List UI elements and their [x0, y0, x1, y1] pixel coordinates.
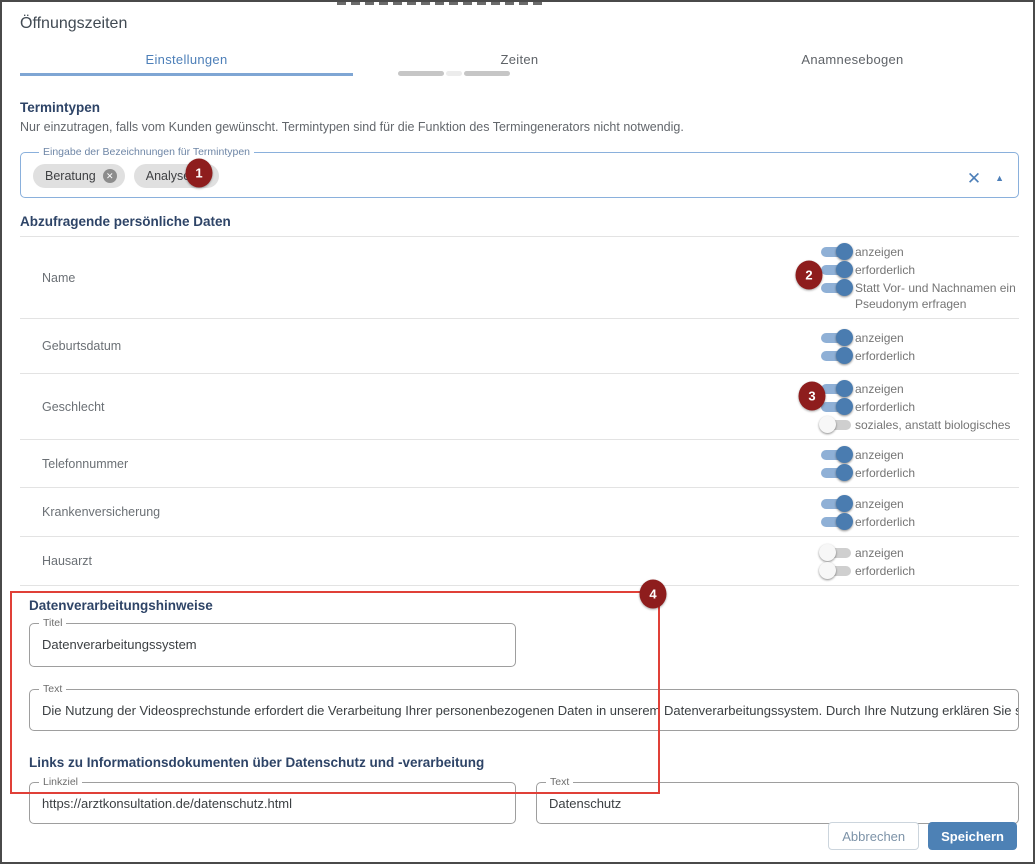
table-row: Geschlecht anzeigen erforderlich soziale… [20, 374, 1019, 440]
chip-label: Analyse [146, 169, 190, 183]
toggle-label: anzeigen [855, 329, 904, 346]
switch-icon [819, 279, 853, 296]
toggle-label: anzeigen [855, 495, 904, 512]
toggle-label: erforderlich [855, 562, 915, 579]
row-label: Name [42, 271, 819, 285]
titel-field-value[interactable]: Datenverarbeitungssystem [30, 624, 515, 663]
toggle-telefonnummer-anzeigen[interactable]: anzeigen [819, 446, 1019, 463]
data-processing-heading: Datenverarbeitungshinweise [29, 598, 1019, 613]
termintypen-heading: Termintypen [20, 100, 1019, 115]
personal-data-heading: Abzufragende persönliche Daten [20, 214, 1019, 229]
chip-beratung[interactable]: Beratung ✕ [33, 164, 125, 188]
toggle-geschlecht-anzeigen[interactable]: anzeigen [819, 380, 1019, 397]
toggle-geschlecht-sozial[interactable]: soziales, anstatt biologisches [819, 416, 1019, 433]
personal-data-rows: Name anzeigen erforderlich Statt Vor- un… [20, 236, 1019, 586]
dialog-footer: Abbrechen Speichern [828, 822, 1017, 850]
cancel-button[interactable]: Abbrechen [828, 822, 919, 850]
link-text-field-value[interactable]: Datenschutz [537, 783, 1018, 822]
toggle-krankenversicherung-anzeigen[interactable]: anzeigen [819, 495, 1019, 512]
annotation-marker-1: 1 [186, 159, 213, 188]
table-row: Krankenversicherung anzeigen erforderlic… [20, 488, 1019, 537]
linkziel-field-label: Linkziel [39, 776, 82, 788]
link-text-field-label: Text [546, 776, 573, 788]
table-row: Name anzeigen erforderlich Statt Vor- un… [20, 237, 1019, 319]
toggle-telefonnummer-erforderlich[interactable]: erforderlich [819, 464, 1019, 481]
switch-icon [819, 347, 853, 364]
text-field-label: Text [39, 683, 66, 695]
link-text-field[interactable]: Text Datenschutz [536, 782, 1019, 824]
table-row: Geburtsdatum anzeigen erforderlich [20, 319, 1019, 374]
toggle-geburtsdatum-anzeigen[interactable]: anzeigen [819, 329, 1019, 346]
tab-einstellungen[interactable]: Einstellungen [20, 42, 353, 76]
toggle-label: soziales, anstatt biologisches [855, 416, 1010, 433]
section-termintypen: Termintypen Nur einzutragen, falls vom K… [20, 100, 1019, 198]
skeleton-bar [464, 71, 510, 76]
section-personal-data: Abzufragende persönliche Daten Name anze… [20, 214, 1019, 586]
row-label: Krankenversicherung [42, 505, 819, 519]
page-title: Öffnungszeiten [20, 15, 127, 33]
termintypen-input-label: Eingabe der Bezeichnungen für Termintype… [39, 146, 254, 158]
titel-field[interactable]: Titel Datenverarbeitungssystem [29, 623, 516, 667]
linkziel-field-value[interactable]: https://arztkonsultation.de/datenschutz.… [30, 783, 515, 822]
linkziel-field[interactable]: Linkziel https://arztkonsultation.de/dat… [29, 782, 516, 824]
collapse-arrow-icon[interactable]: ▲ [995, 174, 1004, 183]
toggle-label: anzeigen [855, 243, 904, 260]
toggle-label: anzeigen [855, 446, 904, 463]
skeleton-bar [446, 71, 462, 76]
termintypen-subtext: Nur einzutragen, falls vom Kunden gewüns… [20, 120, 1019, 134]
switch-icon [819, 464, 853, 481]
loading-skeleton [398, 71, 510, 76]
clear-icon[interactable]: ✕ [967, 170, 981, 187]
annotation-marker-2: 2 [796, 261, 823, 290]
tab-anamnesebogen[interactable]: Anamnesebogen [686, 42, 1019, 76]
toggle-label: erforderlich [855, 347, 915, 364]
toggle-geburtsdatum-erforderlich[interactable]: erforderlich [819, 347, 1019, 364]
skeleton-bar [398, 71, 444, 76]
switch-icon [819, 562, 853, 579]
toggle-label: anzeigen [855, 544, 904, 561]
switch-icon [819, 513, 853, 530]
switch-icon [819, 544, 853, 561]
toggle-hausarzt-anzeigen[interactable]: anzeigen [819, 544, 1019, 561]
chip-list: Beratung ✕ Analyse ✕ [33, 164, 1006, 188]
toggle-label: Statt Vor- und Nachnamen ein Pseudonym e… [855, 279, 1016, 312]
chip-remove-icon[interactable]: ✕ [103, 169, 117, 183]
toggle-label: erforderlich [855, 398, 915, 415]
text-field[interactable]: Text Die Nutzung der Videosprechstunde e… [29, 689, 1019, 731]
toggle-geschlecht-erforderlich[interactable]: erforderlich [819, 398, 1019, 415]
switch-icon [819, 416, 853, 433]
chip-label: Beratung [45, 169, 96, 183]
links-heading: Links zu Informationsdokumenten über Dat… [29, 755, 1019, 770]
toggle-label: erforderlich [855, 261, 915, 278]
annotation-marker-4: 4 [640, 580, 667, 609]
toggle-krankenversicherung-erforderlich[interactable]: erforderlich [819, 513, 1019, 530]
toggle-name-pseudonym[interactable]: Statt Vor- und Nachnamen ein Pseudonym e… [819, 279, 1019, 312]
tab-bar: Einstellungen Zeiten Anamnesebogen [20, 42, 1019, 76]
switch-icon [819, 243, 853, 260]
titel-field-label: Titel [39, 617, 66, 629]
toggle-label: anzeigen [855, 380, 904, 397]
save-button[interactable]: Speichern [928, 822, 1017, 850]
switch-icon [819, 495, 853, 512]
toggle-name-erforderlich[interactable]: erforderlich [819, 261, 1019, 278]
row-label: Telefonnummer [42, 457, 819, 471]
table-row: Telefonnummer anzeigen erforderlich [20, 440, 1019, 488]
annotation-marker-3: 3 [799, 382, 826, 411]
switch-icon [819, 446, 853, 463]
toggle-name-anzeigen[interactable]: anzeigen [819, 243, 1019, 260]
switch-icon [819, 329, 853, 346]
section-data-processing: Datenverarbeitungshinweise Titel Datenve… [29, 598, 1019, 824]
toggle-label: erforderlich [855, 513, 915, 530]
row-label: Hausarzt [42, 554, 819, 568]
toggle-hausarzt-erforderlich[interactable]: erforderlich [819, 562, 1019, 579]
text-field-value[interactable]: Die Nutzung der Videosprechstunde erford… [30, 690, 1018, 729]
row-label: Geburtsdatum [42, 339, 819, 353]
background-artifact [337, 2, 547, 5]
row-label: Geschlecht [42, 400, 819, 414]
termintypen-input[interactable]: Eingabe der Bezeichnungen für Termintype… [20, 146, 1019, 198]
table-row: Hausarzt anzeigen erforderlich [20, 537, 1019, 586]
switch-icon [819, 261, 853, 278]
toggle-label: erforderlich [855, 464, 915, 481]
